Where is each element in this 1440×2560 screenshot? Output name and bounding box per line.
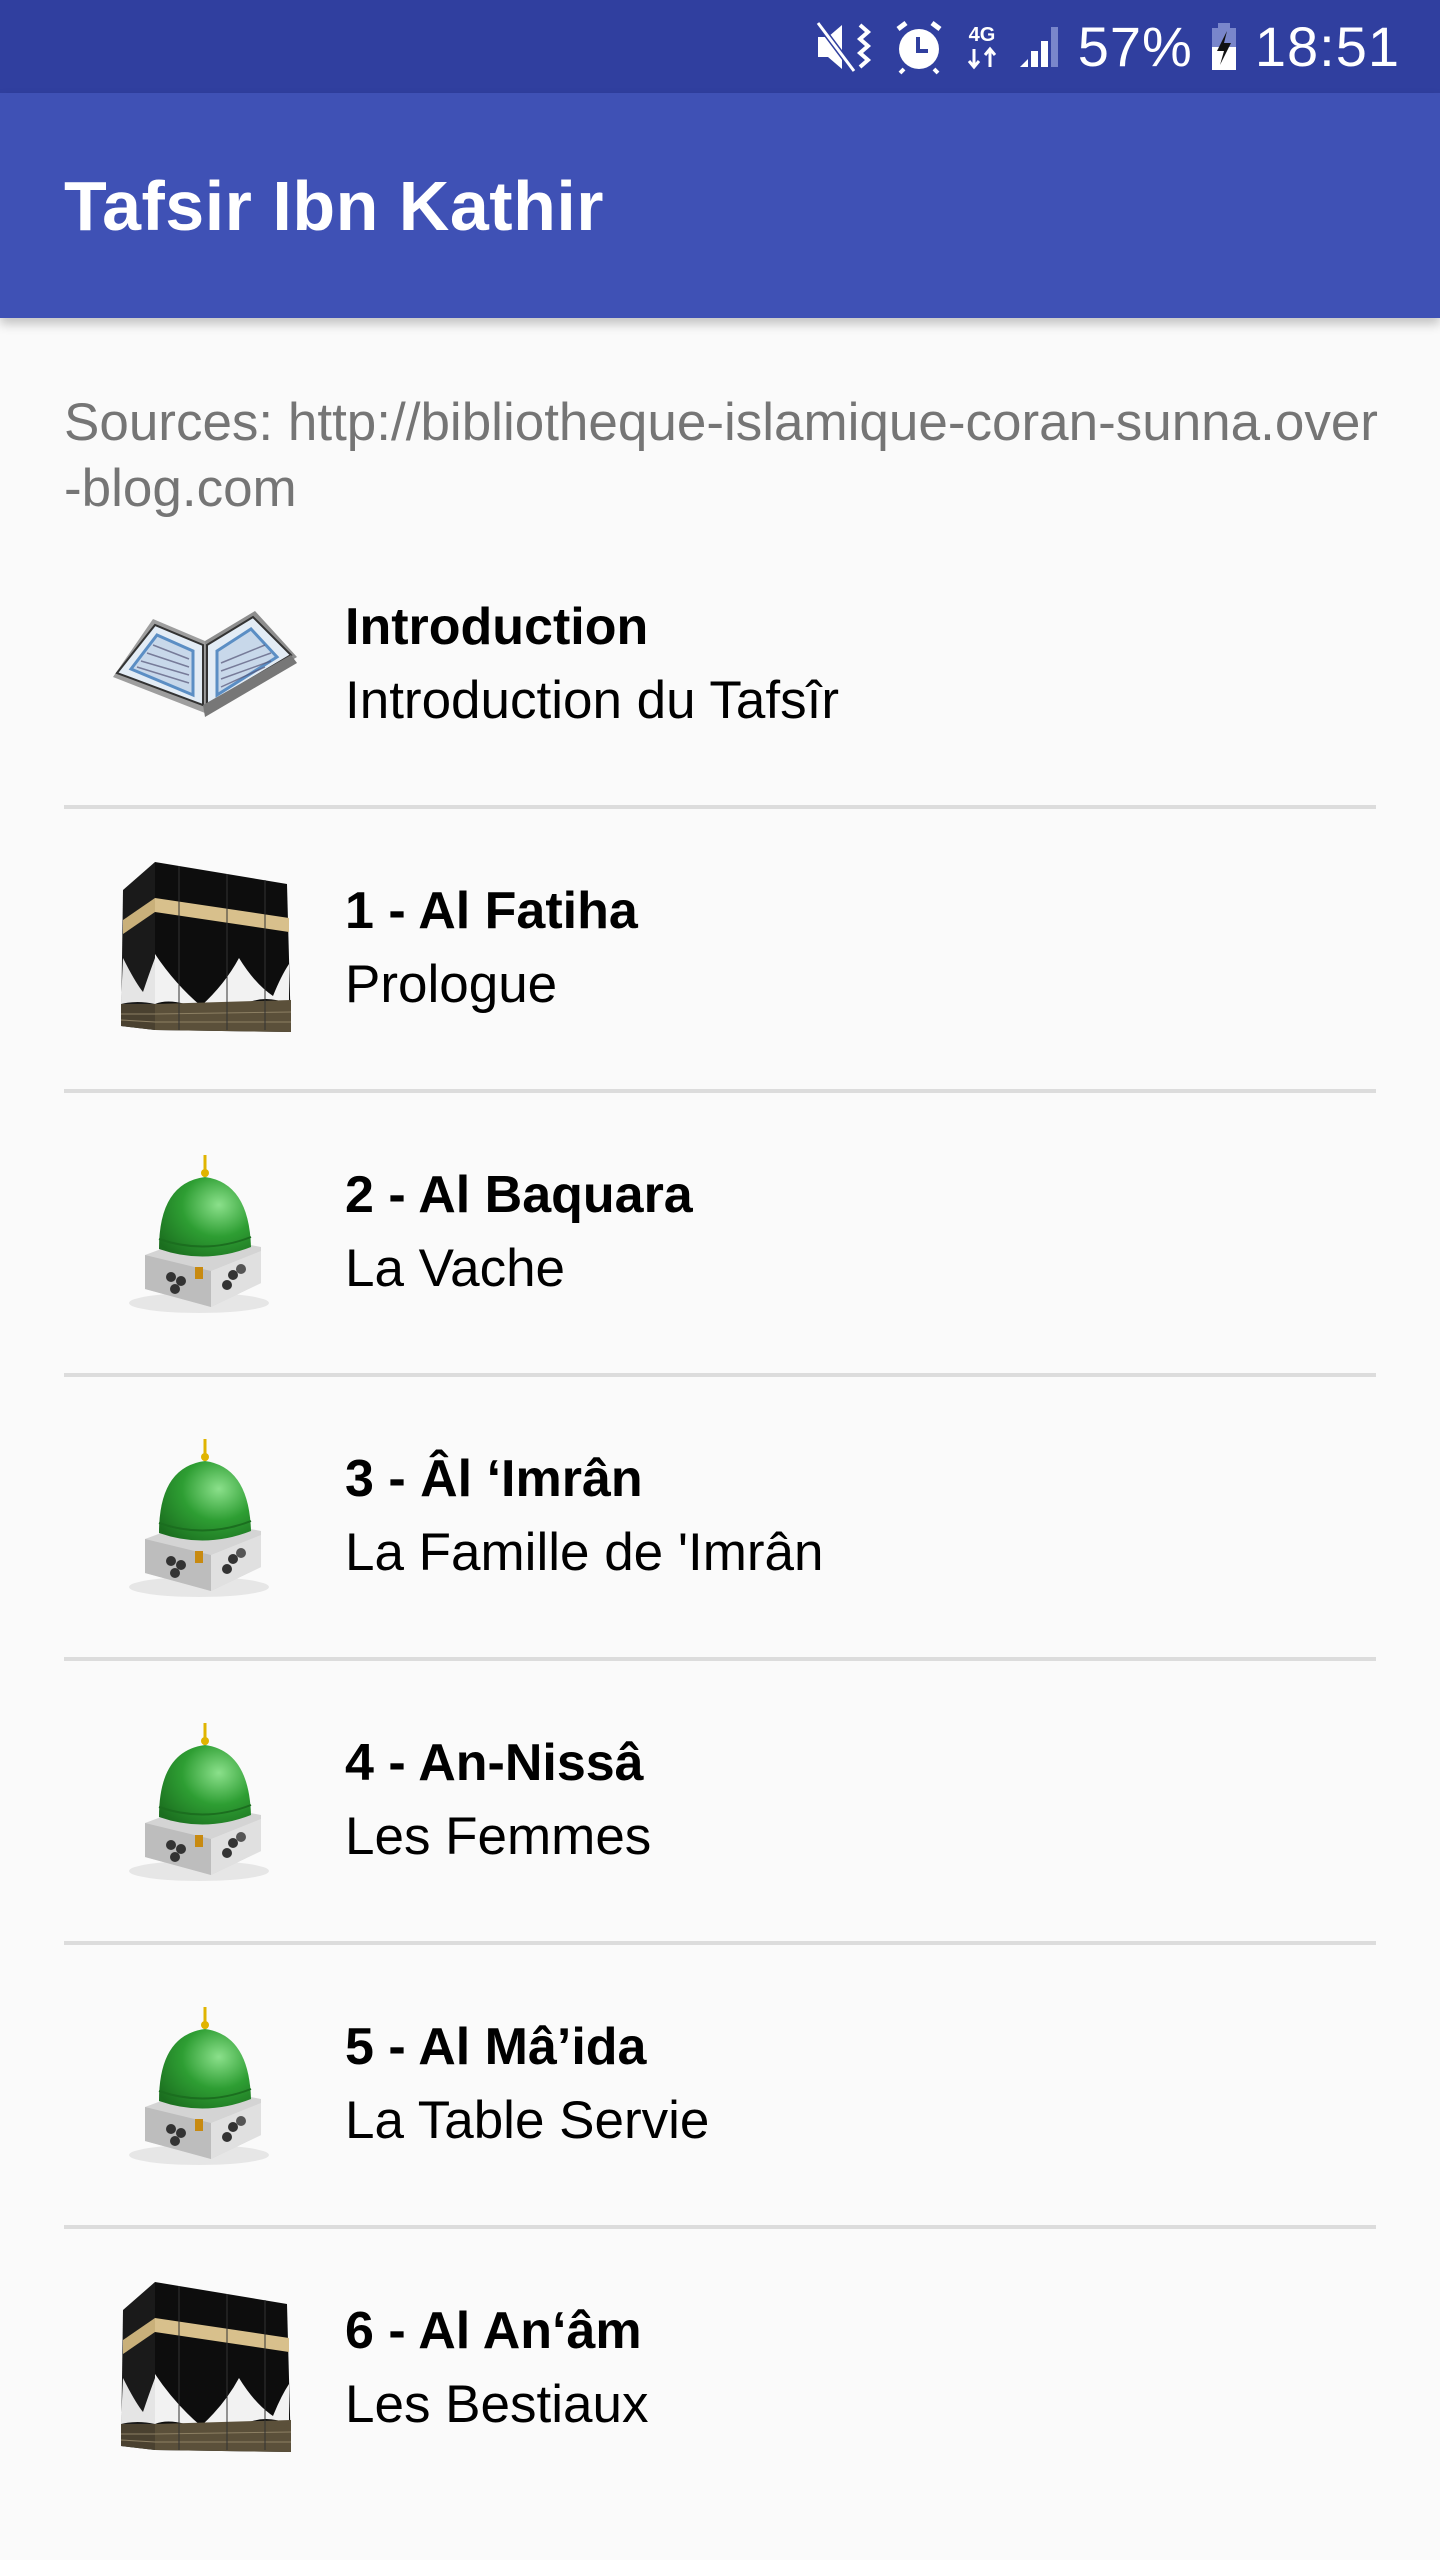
battery-charging-icon (1209, 17, 1239, 77)
vibrate-mute-icon (814, 17, 876, 77)
item-title: 5 - Al Mâ’ida (345, 2018, 647, 2076)
item-title: 1 - Al Fatiha (345, 882, 638, 940)
list-item-text: Introduction Introduction du Tafsîr (345, 591, 839, 739)
4g-data-icon: 4G (962, 17, 1002, 77)
item-subtitle: Les Bestiaux (345, 2375, 649, 2434)
list-item-text: 5 - Al Mâ’ida La Table Servie (345, 2011, 709, 2159)
list-item-al-maida[interactable]: 5 - Al Mâ’ida La Table Servie (0, 1943, 1440, 2229)
quran-book-icon (105, 570, 305, 760)
list-item-al-fatiha[interactable]: 1 - Al Fatiha Prologue (0, 807, 1440, 1093)
item-subtitle: Les Femmes (345, 1807, 652, 1866)
green-dome-icon (105, 1138, 305, 1328)
green-dome-icon (105, 1706, 305, 1896)
list-item-text: 2 - Al Baquara La Vache (345, 1159, 693, 1307)
item-subtitle: Prologue (345, 955, 558, 1014)
clock-time: 18:51 (1254, 15, 1400, 78)
list-item-text: 6 - Al An‘âm Les Bestiaux (345, 2295, 648, 2443)
item-title: 2 - Al Baquara (345, 1166, 693, 1224)
list-item-al-baquara[interactable]: 2 - Al Baquara La Vache (0, 1091, 1440, 1377)
list-item-text: 1 - Al Fatiha Prologue (345, 875, 638, 1023)
list-item-al-anam[interactable]: 6 - Al An‘âm Les Bestiaux (0, 2227, 1440, 2511)
item-title: 6 - Al An‘âm (345, 2302, 642, 2360)
item-subtitle: La Vache (345, 1239, 566, 1298)
sources-text: Sources: http://bibliotheque-islamique-c… (64, 393, 1378, 518)
item-subtitle: La Famille de 'Imrân (345, 1523, 824, 1582)
green-dome-icon (105, 1422, 305, 1612)
list-item-text: 3 - Âl ‘Imrân La Famille de 'Imrân (345, 1443, 823, 1591)
item-subtitle: Introduction du Tafsîr (345, 671, 839, 730)
kaaba-icon (105, 2274, 305, 2464)
list-item-an-nissa[interactable]: 4 - An-Nissâ Les Femmes (0, 1659, 1440, 1945)
kaaba-icon (105, 854, 305, 1044)
green-dome-icon (105, 1990, 305, 2180)
item-title: 4 - An-Nissâ (345, 1734, 644, 1792)
list-item-introduction[interactable]: Introduction Introduction du Tafsîr (0, 523, 1440, 809)
signal-icon (1018, 17, 1062, 77)
surah-list: Introduction Introduction du Tafsîr 1 - … (0, 523, 1440, 2511)
item-title: 3 - Âl ‘Imrân (345, 1450, 643, 1508)
app-bar: Tafsir Ibn Kathir (0, 93, 1440, 318)
item-title: Introduction (345, 598, 649, 656)
list-item-text: 4 - An-Nissâ Les Femmes (345, 1727, 651, 1875)
app-title: Tafsir Ibn Kathir (64, 166, 605, 245)
battery-percent: 57% (1077, 15, 1193, 78)
network-label: 4G (968, 24, 995, 46)
list-item-al-imran[interactable]: 3 - Âl ‘Imrân La Famille de 'Imrân (0, 1375, 1440, 1661)
item-subtitle: La Table Servie (345, 2091, 710, 2150)
alarm-icon (892, 17, 946, 77)
status-bar: 4G 57% 18:51 (0, 0, 1440, 93)
